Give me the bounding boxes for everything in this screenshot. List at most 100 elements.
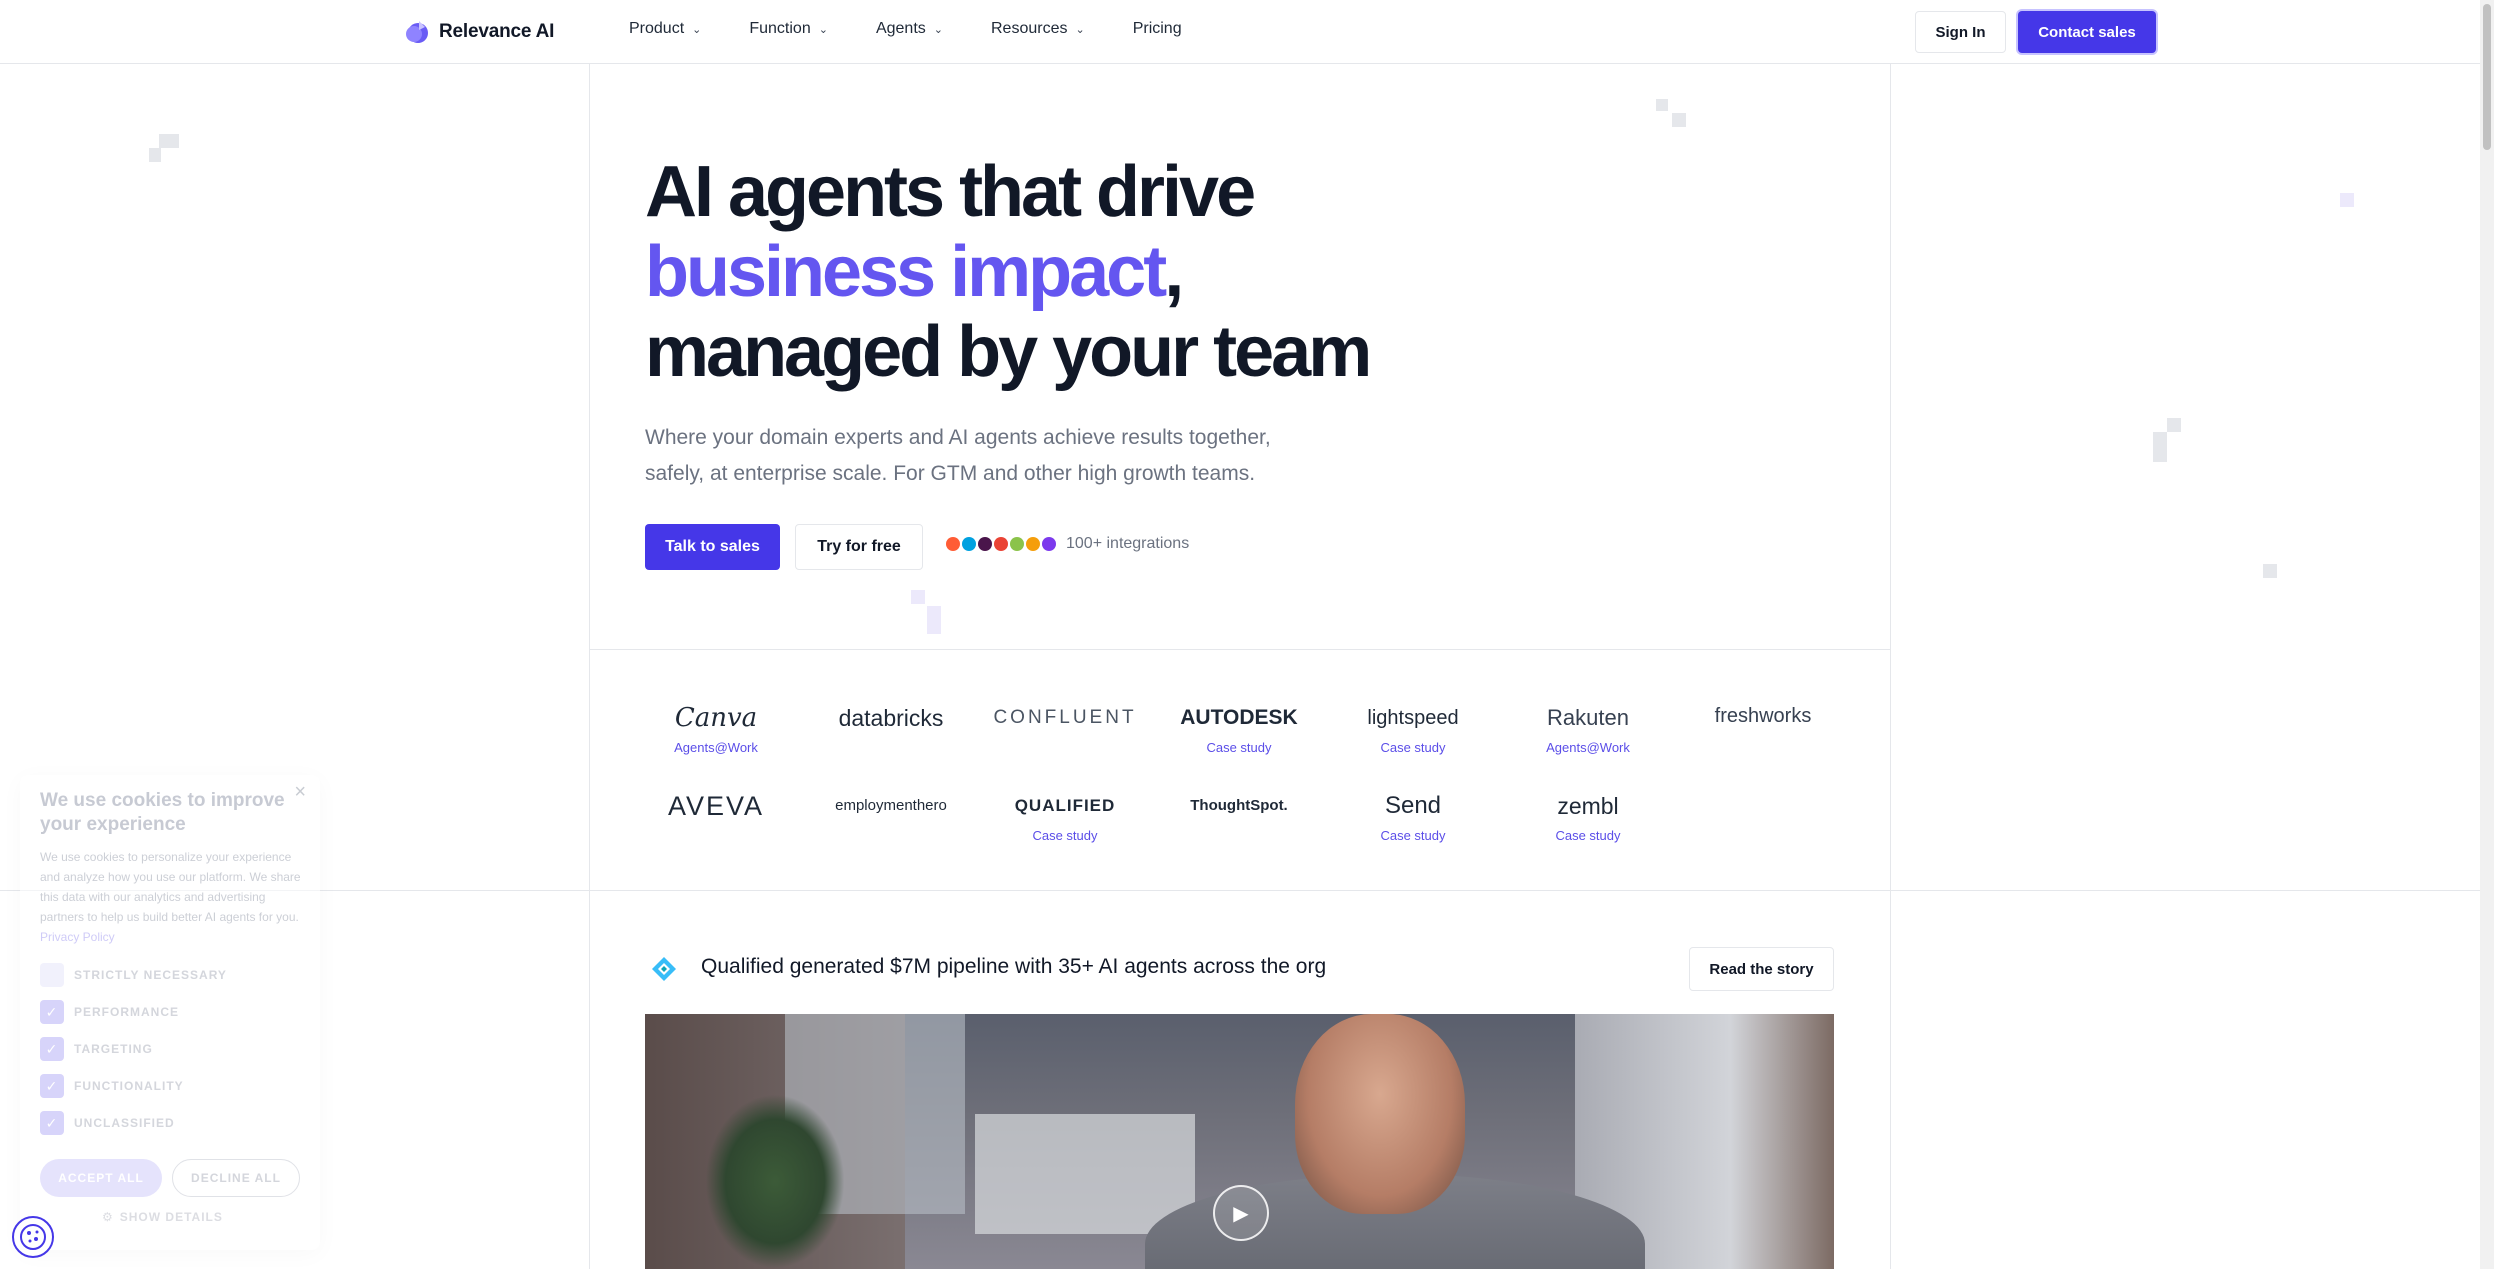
agents-at-work-link[interactable]: Agents@Work — [636, 740, 796, 755]
nav-agents[interactable]: Agents ⌄ — [876, 20, 943, 38]
try-for-free-button[interactable]: Try for free — [795, 524, 923, 570]
video-background-table — [975, 1114, 1195, 1234]
case-study-link[interactable]: Case study — [1159, 740, 1319, 755]
cookie-option-label: TARGETING — [74, 1042, 153, 1056]
chevron-down-icon: ⌄ — [818, 23, 828, 36]
brand-logo[interactable]: Relevance AI — [405, 18, 554, 46]
agents-at-work-link[interactable]: Agents@Work — [1508, 740, 1668, 755]
case-study-link[interactable]: Case study — [1333, 828, 1493, 843]
case-study-link[interactable]: Case study — [985, 828, 1145, 843]
section-divider-hero — [589, 649, 1890, 650]
decor-pixel — [911, 590, 925, 604]
layout-divider-right — [1890, 0, 1891, 1269]
video-person-head — [1295, 1014, 1465, 1214]
checkbox-checked-icon[interactable]: ✓ — [40, 1037, 64, 1061]
checkbox-checked-icon[interactable]: ✓ — [40, 1074, 64, 1098]
hero-subtitle-line2: safely, at enterprise scale. For GTM and… — [645, 462, 1256, 485]
case-study-link[interactable]: Case study — [1508, 828, 1668, 843]
nav-function-label: Function — [749, 20, 811, 37]
story-headline: Qualified generated $7M pipeline with 35… — [701, 955, 1327, 978]
contact-sales-button[interactable]: Contact sales — [2018, 11, 2156, 53]
cookie-option-label: FUNCTIONALITY — [74, 1079, 184, 1093]
customer-logo-canva: Canva Agents@Work — [636, 702, 796, 755]
chevron-down-icon: ⌄ — [692, 23, 702, 36]
customer-logo-confluent: CONFLUENT — [985, 702, 1145, 734]
scrollbar-thumb[interactable] — [2483, 4, 2491, 150]
decor-pixel — [2340, 193, 2354, 207]
relevance-logo-icon — [405, 18, 429, 46]
cookie-option-strictly-necessary[interactable]: STRICTLY NECESSARY — [40, 963, 227, 987]
logo-lightspeed: lightspeed — [1367, 707, 1459, 729]
hubspot-icon — [946, 537, 960, 551]
privacy-policy-link[interactable]: Privacy Policy — [40, 930, 115, 944]
nav-pricing[interactable]: Pricing — [1133, 20, 1182, 38]
cookie-option-unclassified[interactable]: ✓ UNCLASSIFIED — [40, 1111, 175, 1135]
logo-thoughtspot: ThoughtSpot. — [1190, 797, 1288, 814]
sign-in-button[interactable]: Sign In — [1915, 11, 2006, 53]
linear-icon — [1026, 537, 1040, 551]
nav-resources[interactable]: Resources ⌄ — [991, 20, 1085, 38]
decor-pixel — [159, 134, 179, 148]
logo-zembl: zembl — [1557, 793, 1619, 819]
logo-freshworks: freshworks — [1714, 705, 1812, 727]
chevron-down-icon: ⌄ — [1075, 23, 1085, 36]
read-the-story-button[interactable]: Read the story — [1689, 947, 1834, 991]
customer-logo-databricks: databricks — [811, 702, 971, 734]
close-icon[interactable]: × — [294, 781, 306, 804]
cookie-settings-icon[interactable] — [12, 1216, 54, 1258]
logo-confluent: CONFLUENT — [993, 707, 1137, 728]
cookie-option-label: UNCLASSIFIED — [74, 1116, 175, 1130]
checkbox-checked-icon[interactable]: ✓ — [40, 1111, 64, 1135]
hero-title-comma: , — [1164, 232, 1184, 312]
video-background-plant — [705, 1094, 845, 1269]
customer-logo-send: Send Case study — [1333, 790, 1493, 843]
accept-all-button[interactable]: ACCEPT ALL — [40, 1159, 162, 1197]
checkbox-checked-icon[interactable]: ✓ — [40, 1000, 64, 1024]
cookie-option-targeting[interactable]: ✓ TARGETING — [40, 1037, 153, 1061]
customer-logo-thoughtspot: ThoughtSpot. — [1159, 790, 1319, 822]
nav-product[interactable]: Product ⌄ — [629, 20, 701, 38]
cookie-body-text: We use cookies to personalize your exper… — [40, 850, 301, 924]
logo-employmenthero: employmenthero — [835, 797, 947, 814]
decor-pixel — [2153, 432, 2167, 462]
logo-send: Send — [1384, 792, 1442, 819]
customer-logo-lightspeed: lightspeed Case study — [1333, 702, 1493, 755]
hero-title: AI agents that drive business impact, ma… — [645, 152, 1372, 392]
show-details-label: SHOW DETAILS — [119, 1210, 223, 1224]
story-video[interactable]: ▶ — [645, 1014, 1834, 1269]
chevron-down-icon: ⌄ — [933, 23, 943, 36]
hero-subtitle: Where your domain experts and AI agents … — [645, 420, 1345, 492]
nav-function[interactable]: Function ⌄ — [749, 20, 828, 38]
salesforce-icon — [962, 537, 976, 551]
hero-title-accent: business impact — [645, 232, 1167, 312]
qualified-logo-icon — [650, 955, 678, 983]
nav-resources-label: Resources — [990, 20, 1068, 37]
logo-aveva: AVEVA — [667, 791, 765, 821]
page-scrollbar[interactable] — [2480, 0, 2494, 1269]
app-icon — [1042, 537, 1056, 551]
decor-pixel — [2167, 418, 2181, 432]
talk-to-sales-button[interactable]: Talk to sales — [645, 524, 780, 570]
checkbox[interactable] — [40, 963, 64, 987]
decline-all-button[interactable]: DECLINE ALL — [172, 1159, 300, 1197]
cookie-option-functionality[interactable]: ✓ FUNCTIONALITY — [40, 1074, 184, 1098]
nav-pricing-label: Pricing — [1132, 20, 1182, 37]
customer-logo-rakuten: Rakuten Agents@Work — [1508, 702, 1668, 755]
case-study-link[interactable]: Case study — [1333, 740, 1493, 755]
logo-canva: Canva — [674, 703, 758, 733]
integrations-badge[interactable]: 100+ integrations — [946, 535, 1189, 553]
customer-logo-zembl: zembl Case study — [1508, 790, 1668, 843]
cookie-description: We use cookies to personalize your exper… — [40, 847, 305, 947]
gear-icon: ⚙ — [102, 1210, 114, 1224]
cookie-option-performance[interactable]: ✓ PERFORMANCE — [40, 1000, 179, 1024]
play-icon[interactable]: ▶ — [1213, 1185, 1269, 1241]
customer-logo-employmenthero: employmenthero — [811, 790, 971, 822]
decor-pixel — [149, 148, 161, 162]
cookie-consent-banner: × We use cookies to improve your experie… — [20, 775, 320, 1250]
customer-logo-qualified: QUALIFIED Case study — [985, 790, 1145, 843]
logo-databricks: databricks — [838, 705, 944, 731]
decor-pixel — [927, 606, 941, 634]
cookie-option-label: PERFORMANCE — [74, 1005, 180, 1019]
show-details-toggle[interactable]: ⚙ SHOW DETAILS — [102, 1210, 223, 1224]
slack-icon — [978, 537, 992, 551]
